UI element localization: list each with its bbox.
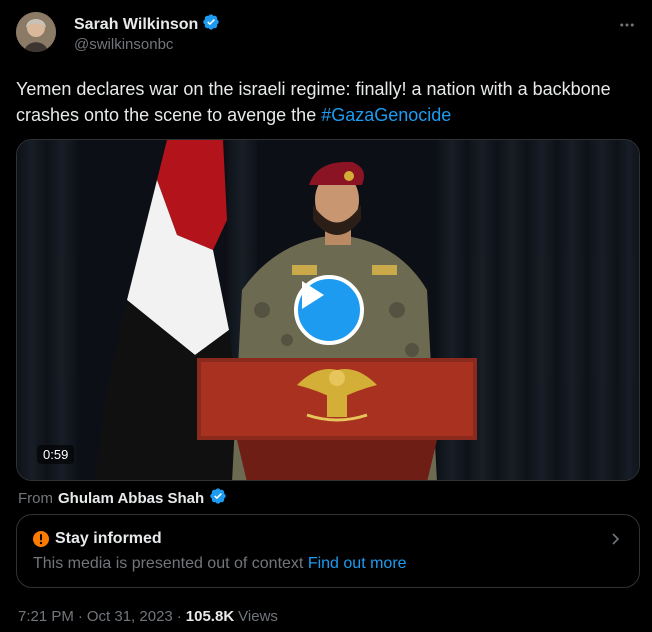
play-button[interactable] xyxy=(294,275,364,345)
find-out-more-link[interactable]: Find out more xyxy=(308,555,407,572)
verified-badge-icon xyxy=(202,13,220,36)
media-attribution: From Ghulam Abbas Shah xyxy=(18,487,227,509)
meta-separator: · xyxy=(176,608,182,625)
more-options-button[interactable] xyxy=(616,14,638,36)
tweet-date[interactable]: Oct 31, 2023 xyxy=(87,608,173,625)
avatar[interactable] xyxy=(16,12,56,52)
context-title: Stay informed xyxy=(55,530,162,547)
verified-badge-icon xyxy=(209,487,227,509)
meta-separator: · xyxy=(77,608,83,625)
author-handle[interactable]: @swilkinsonbc xyxy=(74,36,173,53)
author-display-name[interactable]: Sarah Wilkinson xyxy=(74,16,198,34)
tweet-time[interactable]: 7:21 PM xyxy=(18,608,74,625)
avatar-image xyxy=(16,12,56,52)
from-label: From xyxy=(18,489,53,507)
context-note-card[interactable]: Stay informed This media is presented ou… xyxy=(16,514,640,588)
from-author-link[interactable]: Ghulam Abbas Shah xyxy=(58,490,204,507)
hashtag-link[interactable]: #GazaGenocide xyxy=(321,105,451,125)
context-body-text: This media is presented out of context xyxy=(33,555,304,572)
views-count: 105.8K xyxy=(185,608,235,625)
context-title-row: Stay informed xyxy=(33,530,162,548)
tweet-metadata: 7:21 PM · Oct 31, 2023 · 105.8K Views xyxy=(18,608,278,625)
video-duration: 0:59 xyxy=(37,445,75,464)
tweet-text: Yemen declares war on the israeli regime… xyxy=(16,76,636,128)
more-dots-icon xyxy=(620,23,634,27)
video-player[interactable]: 0:59 xyxy=(16,139,640,481)
views-label: Views xyxy=(238,608,278,625)
play-icon xyxy=(302,281,324,309)
tweet-body: Yemen declares war on the israeli regime… xyxy=(16,79,611,125)
warning-circle-icon xyxy=(33,531,49,547)
context-body: This media is presented out of context F… xyxy=(33,555,407,573)
chevron-right-icon xyxy=(609,532,623,551)
